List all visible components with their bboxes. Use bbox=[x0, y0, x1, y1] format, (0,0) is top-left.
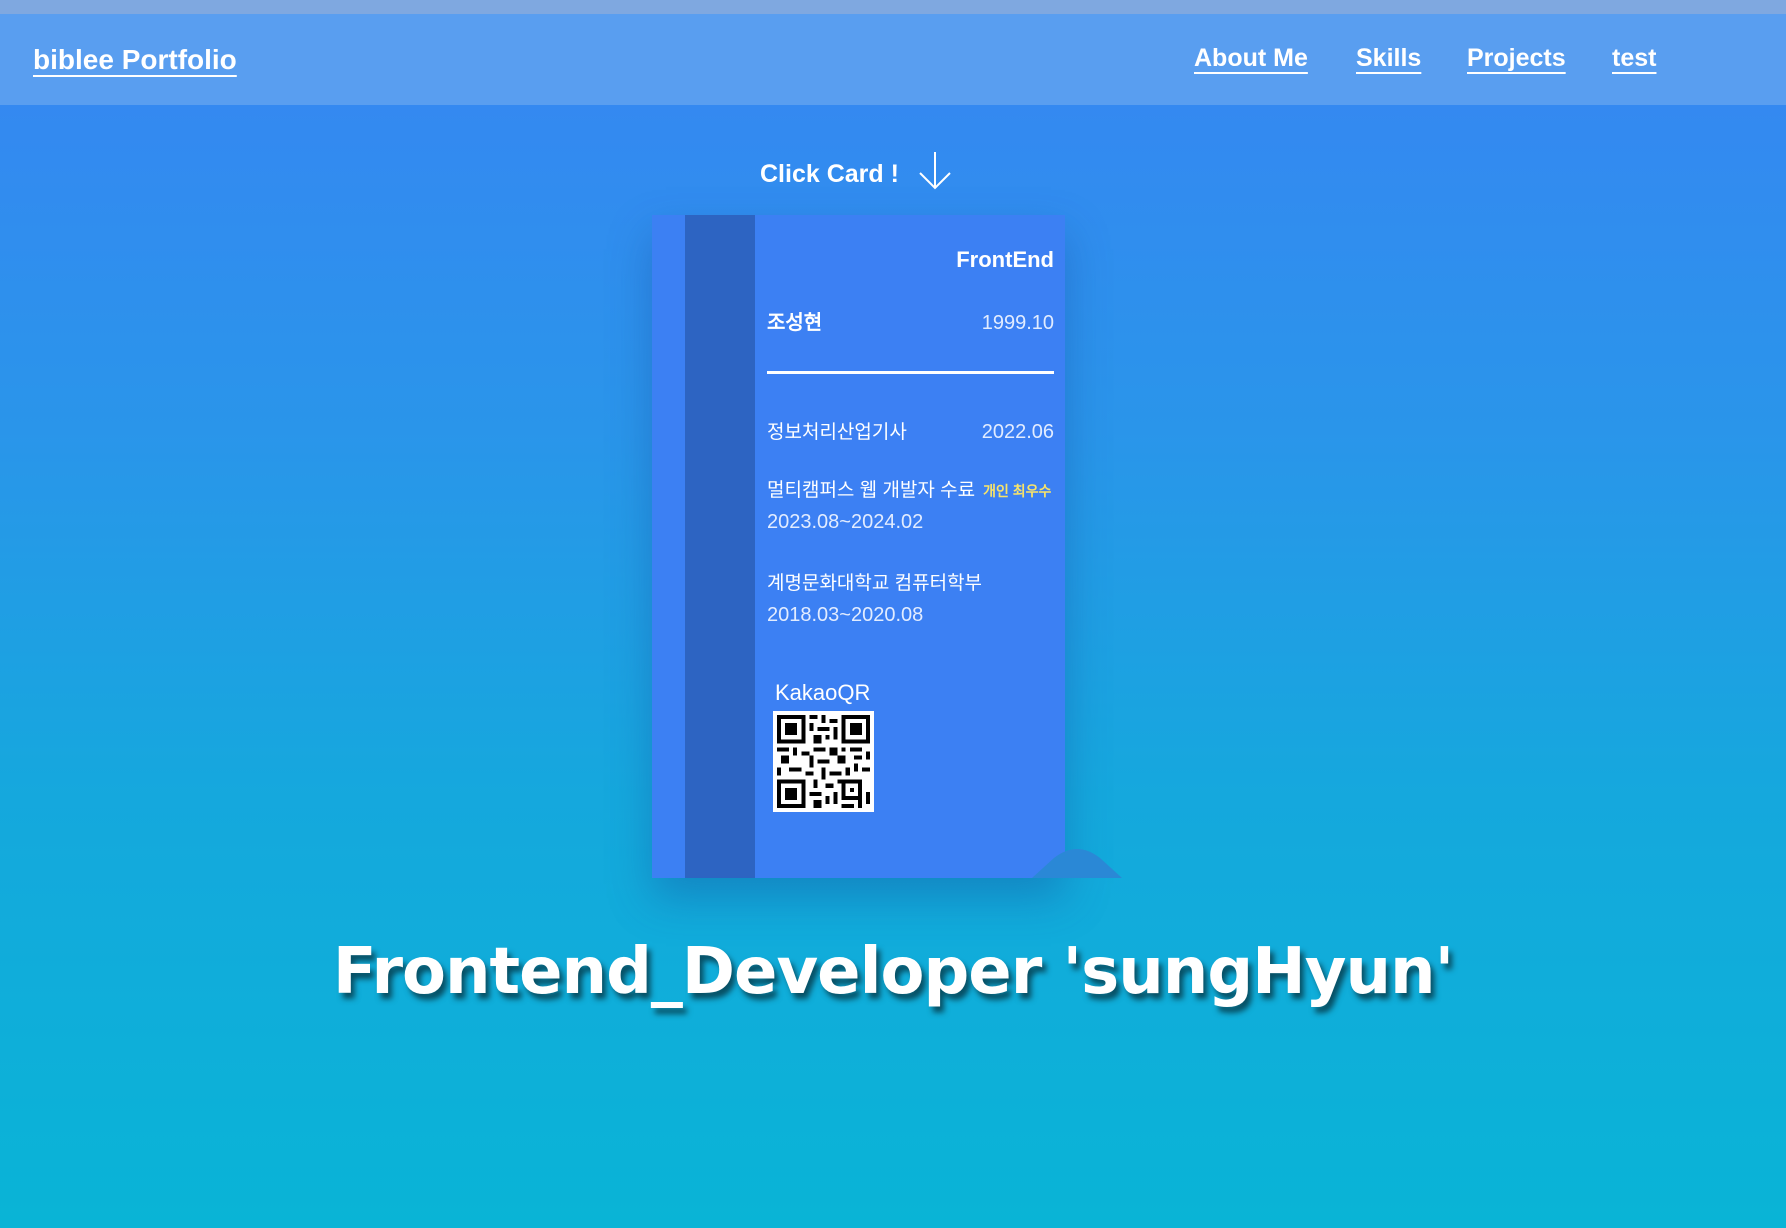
name-row: 조성현 1999.10 bbox=[767, 306, 1054, 335]
card-name: 조성현 bbox=[767, 312, 823, 334]
nav-projects[interactable]: Projects bbox=[1467, 44, 1566, 73]
navbar: biblee Portfolio About Me Skills Project… bbox=[0, 14, 1786, 105]
entry-certificate: 정보처리산업기사 2022.06 bbox=[767, 417, 1054, 444]
entry-multicampus: 멀티캠퍼스 웹 개발자 수료 개인 최우수 bbox=[767, 475, 1054, 502]
headline: Frontend_Developer 'sungHyun' bbox=[332, 935, 1454, 1009]
entry-university: 계명문화대학교 컴퓨터학부 bbox=[767, 568, 1054, 595]
qr-label: KakaoQR bbox=[775, 680, 871, 705]
entry-title: 멀티캠퍼스 웹 개발자 수료 bbox=[767, 480, 976, 501]
profile-card[interactable]: FrontEnd 조성현 1999.10 정보처리산업기사 2022.06 멀티… bbox=[652, 215, 1122, 878]
entry-period: 2023.08~2024.02 bbox=[767, 511, 924, 533]
award-badge: 개인 최우수 bbox=[983, 483, 1052, 499]
qr-code-icon[interactable] bbox=[773, 711, 874, 812]
card-body: FrontEnd 조성현 1999.10 정보처리산업기사 2022.06 멀티… bbox=[767, 215, 1122, 878]
card-divider bbox=[767, 371, 1054, 374]
nav-test[interactable]: test bbox=[1612, 44, 1656, 73]
arrow-down-icon bbox=[917, 150, 953, 199]
entry-period: 2018.03~2020.08 bbox=[767, 604, 924, 626]
hint-text: Click Card ! bbox=[760, 160, 899, 188]
entry-title: 정보처리산업기사 bbox=[767, 422, 907, 443]
nav-skills[interactable]: Skills bbox=[1356, 44, 1421, 73]
card-birth: 1999.10 bbox=[981, 312, 1054, 334]
card-role: FrontEnd bbox=[956, 247, 1054, 272]
brand-link[interactable]: biblee Portfolio bbox=[33, 44, 237, 76]
entry-date: 2022.06 bbox=[981, 421, 1054, 443]
entry-title: 계명문화대학교 컴퓨터학부 bbox=[767, 573, 983, 594]
top-strip bbox=[0, 0, 1786, 14]
click-card-hint: Click Card ! bbox=[760, 150, 953, 199]
card-notch bbox=[1032, 849, 1122, 878]
card-stripe bbox=[685, 215, 755, 878]
nav-about-me[interactable]: About Me bbox=[1194, 44, 1308, 73]
